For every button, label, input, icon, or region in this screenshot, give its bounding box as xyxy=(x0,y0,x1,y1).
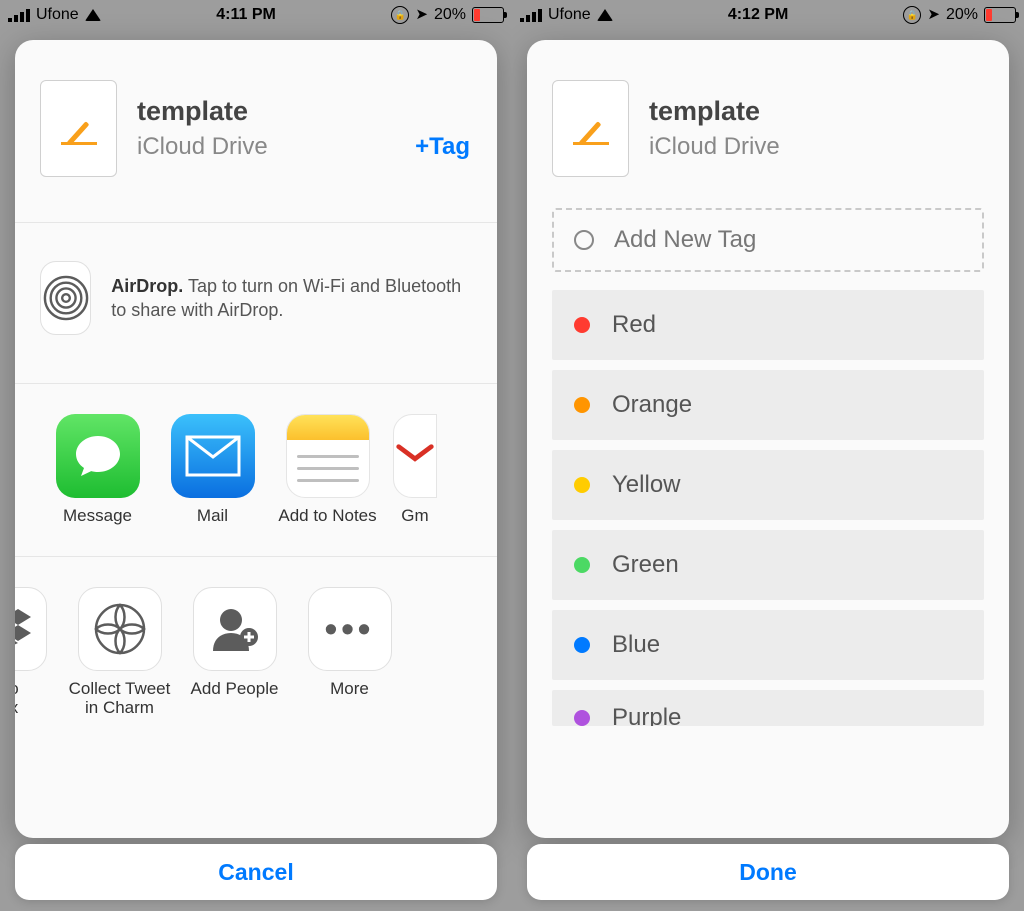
file-type-icon xyxy=(552,80,629,177)
action-more[interactable]: ••• More xyxy=(292,587,407,699)
messages-icon xyxy=(56,414,140,498)
time-label: 4:11 PM xyxy=(101,6,392,24)
signal-icon xyxy=(520,8,542,22)
carrier-label: Ufone xyxy=(548,6,591,24)
add-people-icon xyxy=(193,587,277,671)
mail-icon xyxy=(171,414,255,498)
file-subtitle: iCloud Drive xyxy=(649,133,984,161)
tag-dot xyxy=(574,710,590,726)
cancel-button[interactable]: Cancel xyxy=(15,844,497,900)
charm-icon xyxy=(78,587,162,671)
battery-percent: 20% xyxy=(434,6,466,24)
time-label: 4:12 PM xyxy=(613,6,904,24)
airdrop-text: AirDrop. Tap to turn on Wi-Fi and Blueto… xyxy=(111,274,472,323)
more-icon: ••• xyxy=(308,587,392,671)
airdrop-icon xyxy=(40,261,91,335)
tag-dot xyxy=(574,317,590,333)
rotation-lock-icon: 🔒 xyxy=(903,6,921,24)
notes-icon xyxy=(286,414,370,498)
rotation-lock-icon: 🔒 xyxy=(391,6,409,24)
action-save-to-dropbox[interactable]: e tobox xyxy=(15,587,62,718)
file-type-icon xyxy=(40,80,117,177)
dropbox-icon xyxy=(15,587,47,671)
tag-dot xyxy=(574,397,590,413)
battery-icon xyxy=(984,7,1016,23)
pages-icon xyxy=(571,113,611,145)
tag-red[interactable]: Red xyxy=(552,290,984,360)
file-header: template iCloud Drive +Tag xyxy=(15,40,497,223)
share-gmail[interactable]: Gm xyxy=(385,414,445,526)
battery-percent: 20% xyxy=(946,6,978,24)
wifi-icon xyxy=(597,9,613,21)
tag-yellow[interactable]: Yellow xyxy=(552,450,984,520)
file-subtitle: iCloud Drive xyxy=(137,133,268,161)
phone-tag-picker: Ufone 4:12 PM 🔒 ➤ 20% template iCloud Dr… xyxy=(512,0,1024,911)
add-new-tag[interactable]: Add New Tag xyxy=(552,208,984,272)
file-title: template xyxy=(649,96,984,127)
tag-dot xyxy=(574,477,590,493)
app-share-row[interactable]: Message Mail Add to Notes Gm xyxy=(15,384,497,557)
share-mail[interactable]: Mail xyxy=(155,414,270,526)
done-button[interactable]: Done xyxy=(527,844,1009,900)
airdrop-section[interactable]: AirDrop. Tap to turn on Wi-Fi and Blueto… xyxy=(15,223,497,384)
share-add-to-notes[interactable]: Add to Notes xyxy=(270,414,385,526)
wifi-icon xyxy=(85,9,101,21)
carrier-label: Ufone xyxy=(36,6,79,24)
add-tag-button[interactable]: +Tag xyxy=(415,133,472,161)
tag-dot xyxy=(574,557,590,573)
add-tag-icon xyxy=(574,230,594,250)
tag-blue[interactable]: Blue xyxy=(552,610,984,680)
share-sheet-card: template iCloud Drive +Tag AirDrop. Tap … xyxy=(15,40,497,838)
signal-icon xyxy=(8,8,30,22)
file-header: template iCloud Drive xyxy=(527,40,1009,202)
file-title: template xyxy=(137,96,472,127)
phone-share-sheet: Ufone 4:11 PM 🔒 ➤ 20% template iCloud Dr… xyxy=(0,0,512,911)
tag-dot xyxy=(574,637,590,653)
gmail-icon xyxy=(393,414,437,498)
battery-icon xyxy=(472,7,504,23)
tag-purple[interactable]: Purple xyxy=(552,690,984,726)
tag-green[interactable]: Green xyxy=(552,530,984,600)
status-bar: Ufone 4:12 PM 🔒 ➤ 20% xyxy=(512,0,1024,30)
action-row[interactable]: e tobox Collect Tweetin Charm Add People… xyxy=(15,557,497,718)
tag-picker-card: template iCloud Drive Add New Tag Red Or… xyxy=(527,40,1009,838)
tag-orange[interactable]: Orange xyxy=(552,370,984,440)
pages-icon xyxy=(59,113,99,145)
action-add-people[interactable]: Add People xyxy=(177,587,292,699)
action-collect-tweet-charm[interactable]: Collect Tweetin Charm xyxy=(62,587,177,718)
status-bar: Ufone 4:11 PM 🔒 ➤ 20% xyxy=(0,0,512,30)
share-message[interactable]: Message xyxy=(40,414,155,526)
tag-list: Red Orange Yellow Green Blue xyxy=(552,290,984,726)
